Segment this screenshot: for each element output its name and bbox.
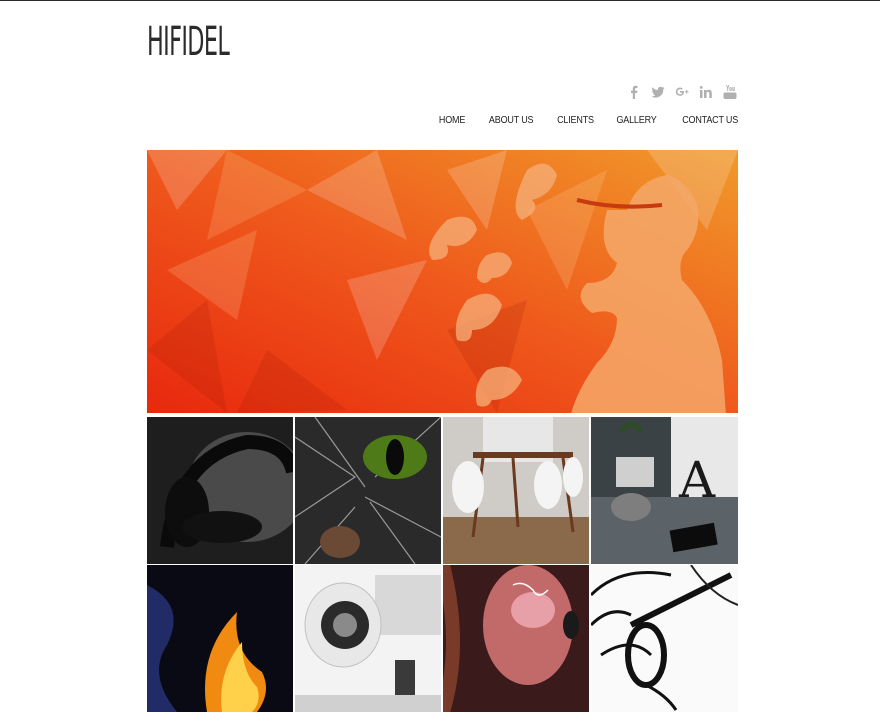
gallery-tile-speaker[interactable] [295,565,441,712]
gallery-tile-dining-room[interactable] [443,417,589,564]
gallery-grid: A [147,417,738,712]
facebook-icon[interactable] [627,85,641,99]
gallery-tile-cat-eye[interactable] [295,417,441,564]
gallery-tile-letter-a-decor[interactable]: A [591,417,738,564]
gallery-tile-headphones[interactable] [147,417,293,564]
gallery-tile-flame[interactable] [147,565,293,712]
svg-text:A: A [678,451,716,509]
social-links [627,85,737,99]
nav-item-about-us[interactable]: ABOUT US [489,115,534,126]
nav-item-home[interactable]: HOME [439,115,465,126]
nav-item-gallery[interactable]: GALLERY [617,115,657,126]
site-logo[interactable]: HIFIDEL [147,19,230,65]
hero-banner-image [147,150,738,413]
gallery-tile-sketch-glasses[interactable] [591,565,738,712]
nav-item-contact-us[interactable]: CONTACT US [682,115,738,126]
nav-item-clients[interactable]: CLIENTS [557,115,594,126]
youtube-icon[interactable] [723,85,737,99]
google-plus-icon[interactable] [675,85,689,99]
gallery-tile-face-art[interactable] [443,565,589,712]
linkedin-icon[interactable] [699,85,713,99]
main-nav: HOME ABOUT US CLIENTS GALLERY CONTACT US [436,115,738,126]
twitter-icon[interactable] [651,85,665,99]
